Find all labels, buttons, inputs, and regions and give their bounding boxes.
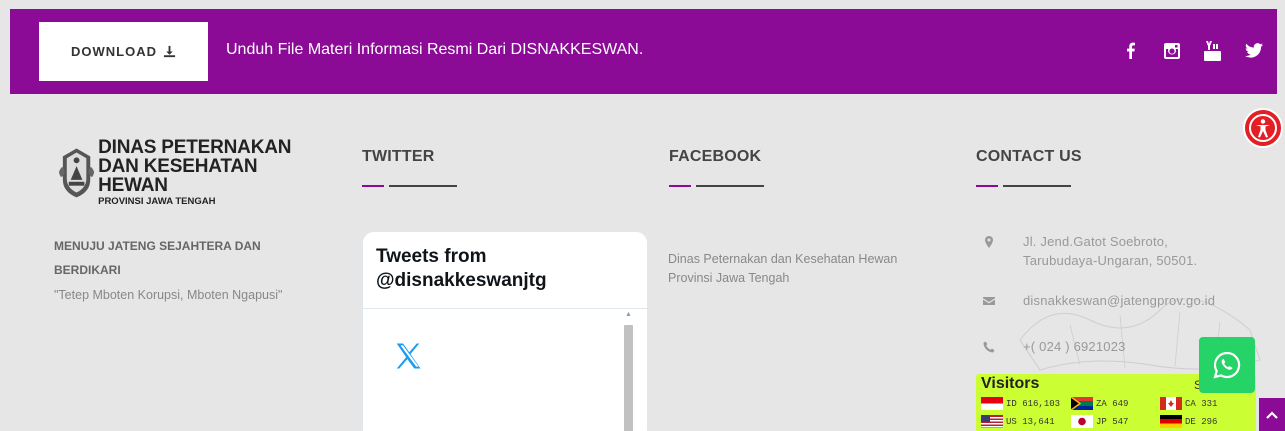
twitter-heading: TWITTER	[362, 148, 435, 165]
flag-de-icon	[1160, 415, 1182, 428]
download-banner: DOWNLOAD Unduh File Materi Informasi Res…	[10, 9, 1277, 94]
flag-id-icon	[981, 397, 1003, 410]
contact-heading: CONTACT US	[976, 148, 1082, 165]
contact-phone-text[interactable]: +( 024 ) 6921023	[1023, 337, 1126, 356]
contact-address: Jl. Jend.Gatot Soebroto, Tarubudaya-Unga…	[983, 232, 1233, 270]
logo-emblem-icon	[58, 148, 95, 198]
facebook-heading: FACEBOOK	[669, 148, 762, 165]
flag-us-icon	[981, 415, 1003, 428]
map-marker-icon	[985, 236, 993, 248]
visitor-entry-id: ID 616,103	[981, 397, 1060, 410]
phone-icon	[983, 341, 995, 353]
contact-email-text[interactable]: disnakkeswan@jatengprov.go.id	[1023, 291, 1215, 310]
flag-ca-icon	[1160, 397, 1182, 410]
facebook-description: Dinas Peternakan dan Kesehatan Hewan Pro…	[668, 252, 898, 285]
download-button[interactable]: DOWNLOAD	[39, 22, 208, 81]
flag-za-icon	[1071, 397, 1093, 410]
twitter-icon[interactable]	[1244, 40, 1263, 61]
site-logo[interactable]: DINAS PETERNAKAN DAN KESEHATAN HEWAN PRO…	[57, 136, 327, 207]
instagram-icon[interactable]	[1162, 40, 1181, 61]
facebook-icon[interactable]	[1121, 40, 1140, 61]
visitors-title: Visitors	[981, 375, 1040, 392]
visitor-entry-za: ZA 649	[1071, 397, 1128, 410]
logo-subtitle: PROVINSI JAWA TENGAH	[98, 195, 216, 207]
visitor-entry-ca: CA 331	[1160, 397, 1217, 410]
twitter-widget-title: Tweets from @disnakkeswanjtg	[363, 232, 647, 309]
contact-address-text: Jl. Jend.Gatot Soebroto, Tarubudaya-Unga…	[1023, 234, 1198, 268]
visitor-entry-us: US 13,641	[981, 415, 1055, 428]
download-label: DOWNLOAD	[71, 44, 157, 59]
flag-jp-icon	[1071, 415, 1093, 428]
about-title: MENUJU JATENG SEJAHTERA DAN BERDIKARI	[54, 239, 261, 277]
envelope-icon	[983, 297, 995, 305]
twitter-timeline-widget[interactable]: Tweets from @disnakkeswanjtg ▲	[362, 231, 648, 431]
accessibility-icon	[1249, 114, 1277, 142]
scroll-up-icon[interactable]: ▲	[625, 311, 632, 318]
download-icon	[163, 45, 176, 58]
about-motto: "Tetep Mboten Korupsi, Mboten Ngapusi"	[54, 288, 283, 302]
whatsapp-button[interactable]	[1199, 337, 1255, 393]
contact-phone[interactable]: +( 024 ) 6921023	[983, 337, 1126, 356]
back-to-top-button[interactable]	[1259, 398, 1285, 431]
social-links	[1121, 40, 1263, 61]
whatsapp-icon	[1213, 351, 1241, 379]
accessibility-button[interactable]	[1243, 108, 1283, 148]
visitor-entry-de: DE 296	[1160, 415, 1217, 428]
youtube-icon[interactable]	[1203, 40, 1222, 61]
x-logo-icon	[396, 343, 421, 369]
visitor-entry-jp: JP 547	[1071, 415, 1128, 428]
chevron-up-icon	[1266, 410, 1278, 419]
logo-title-line2: DAN KESEHATAN HEWAN	[98, 155, 258, 196]
logo-title-line1: DINAS PETERNAKAN	[98, 136, 292, 158]
download-message: Unduh File Materi Informasi Resmi Dari D…	[226, 41, 644, 58]
contact-email[interactable]: disnakkeswan@jatengprov.go.id	[983, 291, 1215, 310]
twitter-widget-scrollbar[interactable]: ▲	[624, 311, 633, 431]
